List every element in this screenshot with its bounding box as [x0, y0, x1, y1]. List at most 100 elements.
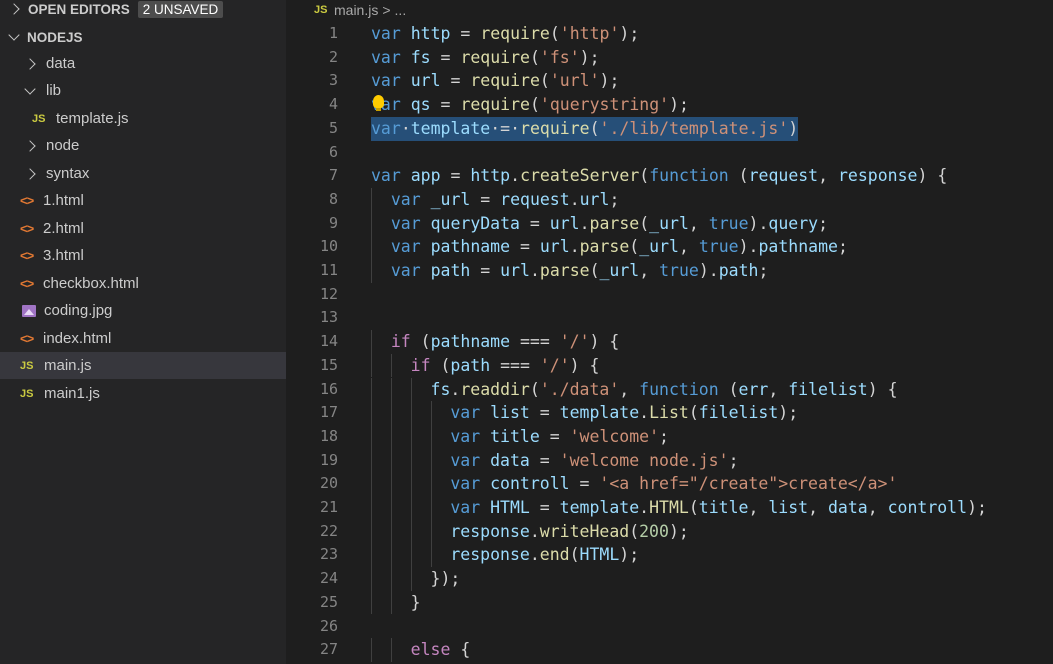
code-token: )	[788, 118, 799, 138]
code-line[interactable]: 12	[286, 283, 1053, 307]
code-line[interactable]: 18 var title = 'welcome';	[286, 424, 1053, 449]
line-number: 20	[319, 474, 338, 493]
code-line[interactable]: 6	[286, 141, 1053, 165]
code-token: var	[371, 166, 401, 186]
folder-header-nodejs[interactable]: NODEJS	[0, 26, 286, 48]
line-number: 23	[319, 545, 338, 564]
line-number: 15	[319, 355, 338, 374]
code-token: _url	[599, 261, 640, 280]
code-line[interactable]: 11 var path = url.parse(_url, true).path;	[286, 259, 1053, 283]
code-token: List	[649, 403, 689, 423]
code-line[interactable]: 15 if (path === '/') {	[286, 353, 1053, 378]
code-token: pathname	[430, 237, 511, 257]
code-token: var	[390, 189, 421, 209]
breadcrumb-file[interactable]: main.js	[334, 2, 378, 18]
tree-item-lib[interactable]: lib	[0, 77, 286, 104]
code-token: ,	[818, 166, 838, 186]
code-line[interactable]: 8 var _url = request.url;	[286, 187, 1053, 212]
tree-item-template-js[interactable]: JS template.js	[0, 105, 286, 132]
code-text: var app = http.createServer(function (re…	[371, 164, 947, 188]
code-line[interactable]: 19 var data = 'welcome node.js';	[286, 448, 1053, 473]
code-line[interactable]: 23 response.end(HTML);	[286, 543, 1053, 568]
code-line[interactable]: 20 var controll = '<a href="/create">crea…	[286, 472, 1053, 496]
indent-guide	[410, 543, 412, 568]
code-token: queryData	[430, 213, 520, 233]
tree-item-label: main1.js	[44, 385, 100, 402]
code-line[interactable]: 27 else {	[286, 638, 1053, 662]
code-token: url	[410, 71, 441, 91]
code-token: ;	[818, 213, 829, 233]
tree-item-label: 3.html	[43, 247, 84, 264]
code-line[interactable]: 25}	[286, 590, 1053, 615]
code-token: qs	[410, 95, 431, 115]
line-number: 19	[319, 450, 338, 469]
tree-item-main-js[interactable]: JS main.js	[0, 352, 286, 379]
indent-guide	[410, 519, 412, 544]
code-line[interactable]: 26	[286, 615, 1053, 639]
code-text: response.writeHead(200);	[450, 520, 688, 544]
code-token: ,	[639, 261, 660, 280]
code-editor[interactable]: 1 var http = require('http'); 2 var fs = re…	[286, 22, 1053, 664]
tree-item-main1-js[interactable]: JS main1.js	[0, 380, 286, 407]
code-token: 'fs'	[539, 47, 580, 67]
line-number: 22	[319, 521, 338, 540]
code-line[interactable]: 14 if (pathname === '/') {	[286, 330, 1053, 354]
code-token: ,	[678, 237, 699, 257]
code-line[interactable]: 5 var·template·=·require('./lib/template.…	[286, 116, 1053, 141]
code-token: response	[838, 166, 918, 186]
indent-guide	[390, 377, 392, 402]
tree-item-label: index.html	[43, 330, 112, 347]
code-token: require	[520, 118, 590, 138]
lightbulb-icon[interactable]	[373, 95, 384, 112]
code-line[interactable]: 13	[286, 306, 1053, 330]
breadcrumb-rest[interactable]: ...	[395, 2, 407, 18]
code-line[interactable]: 2 var fs = require('fs');	[286, 46, 1053, 70]
code-line[interactable]: 9 var queryData = url.parse(_url, true).q…	[286, 211, 1053, 236]
breadcrumb-separator: >	[382, 2, 391, 18]
code-token: (	[639, 166, 650, 186]
code-token: ) {	[867, 379, 898, 399]
code-line[interactable]: 22 response.writeHead(200);	[286, 519, 1053, 544]
indent-guide	[390, 424, 392, 449]
code-token: else	[410, 640, 451, 660]
code-line[interactable]: 24});	[286, 567, 1053, 591]
tree-item-coding-jpg[interactable]: coding.jpg	[0, 297, 286, 324]
tree-item-node[interactable]: node	[0, 132, 286, 159]
code-line[interactable]: 17 var list = template.List(filelist);	[286, 401, 1053, 425]
tree-item-data[interactable]: data	[0, 50, 286, 77]
code-text: var controll = '<a href="/create">create…	[450, 472, 897, 496]
tree-item-syntax[interactable]: syntax	[0, 160, 286, 187]
code-token: var	[450, 426, 481, 446]
code-line[interactable]: 16 fs.readdir('./data', function (err, fi…	[286, 377, 1053, 402]
indent-guide	[371, 472, 372, 496]
code-line[interactable]: 10 var pathname = url.parse(_url, true).p…	[286, 235, 1053, 259]
code-line[interactable]: 4 var qs = require('querystring');	[286, 93, 1053, 117]
html-file-icon: <>	[20, 193, 34, 208]
tree-item-3-html[interactable]: <> 3.html	[0, 242, 286, 269]
code-token: app	[410, 166, 441, 186]
code-token: .	[510, 166, 521, 186]
code-line[interactable]: 21 var HTML = template.HTML(title, list, …	[286, 496, 1053, 520]
tree-item-index-html[interactable]: <> index.html	[0, 325, 286, 352]
line-number: 6	[328, 142, 338, 161]
indent-guide	[430, 496, 432, 520]
code-token: (	[529, 379, 540, 399]
indent-guide	[371, 638, 372, 662]
code-line[interactable]: 3 var url = require('url');	[286, 69, 1053, 93]
line-number: 17	[319, 403, 338, 422]
indent-guide	[371, 424, 372, 449]
code-token: );	[599, 71, 620, 91]
tree-item-2-html[interactable]: <> 2.html	[0, 215, 286, 242]
code-line[interactable]: 7 var app = http.createServer(function (r…	[286, 164, 1053, 188]
unsaved-badge: 2 UNSAVED	[137, 0, 224, 18]
open-editors-header[interactable]: OPEN EDITORS 2 UNSAVED	[0, 0, 286, 20]
tree-item-checkbox-html[interactable]: <> checkbox.html	[0, 270, 286, 297]
indent-guide	[410, 424, 412, 449]
code-token: ,	[619, 379, 640, 399]
tree-item-1-html[interactable]: <> 1.html	[0, 187, 286, 214]
code-token: response	[450, 521, 530, 541]
code-token: {	[450, 640, 471, 660]
code-token: ).	[748, 213, 769, 233]
code-line[interactable]: 1 var http = require('http');	[286, 22, 1053, 46]
